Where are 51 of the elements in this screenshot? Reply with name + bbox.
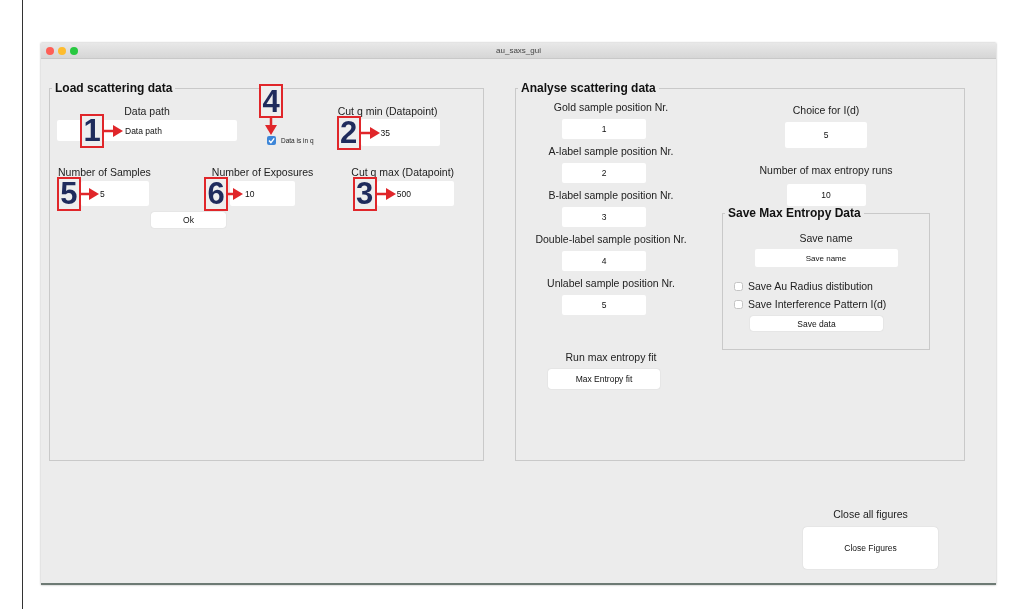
ok-button[interactable]: Ok bbox=[151, 212, 226, 228]
save-data-button[interactable]: Save data bbox=[750, 316, 883, 331]
field-label: Number of Exposures bbox=[211, 166, 314, 178]
arrow-icon bbox=[376, 186, 396, 201]
input-field[interactable]: 10 bbox=[786, 184, 866, 206]
callout-number: 6 bbox=[204, 176, 229, 211]
arrow-icon bbox=[264, 118, 278, 135]
arrow-icon bbox=[80, 186, 99, 201]
callout-number: 4 bbox=[259, 84, 283, 118]
field-label: Close all figures bbox=[833, 508, 908, 520]
field-label: Save name bbox=[799, 232, 853, 244]
field-label: Number of Samples bbox=[58, 166, 151, 178]
window-title: au_saxs_gui bbox=[496, 46, 541, 55]
field-label: Gold sample position Nr. bbox=[553, 101, 669, 113]
input-field[interactable]: 1 bbox=[562, 119, 646, 139]
panel-title: Analyse scattering data bbox=[520, 81, 657, 95]
input-field[interactable]: 5 bbox=[80, 181, 149, 206]
checkbox-label: Save Au Radius distibution bbox=[748, 280, 873, 292]
max-entropy-fit-button[interactable]: Max Entropy fit bbox=[548, 369, 660, 389]
input-field[interactable]: 10 bbox=[230, 181, 296, 206]
input-field[interactable]: 2 bbox=[562, 163, 646, 183]
checkbox[interactable] bbox=[734, 281, 743, 291]
input-field[interactable]: 500 bbox=[376, 181, 454, 206]
field-label: A-label sample position Nr. bbox=[548, 145, 674, 157]
callout-number: 1 bbox=[80, 113, 104, 148]
checkbox[interactable] bbox=[734, 299, 743, 309]
input-field[interactable]: 3 bbox=[562, 207, 646, 227]
field-label: Cut q min (Datapoint) bbox=[337, 105, 438, 117]
field-label: Choice for I(d) bbox=[792, 104, 860, 116]
field-label: Run max entropy fit bbox=[565, 351, 657, 363]
panel-title: Save Max Entropy Data bbox=[727, 206, 862, 220]
field-label: Cut q max (Datapoint) bbox=[351, 166, 455, 178]
input-field[interactable]: 35 bbox=[360, 119, 440, 146]
arrow-icon bbox=[360, 125, 380, 140]
field-label: Data path bbox=[124, 105, 170, 117]
field-label: Double-label sample position Nr. bbox=[535, 233, 687, 245]
arrow-icon bbox=[228, 186, 244, 201]
close-figures-button[interactable]: Close Figures bbox=[803, 527, 938, 569]
checkbox-label: Save Interference Pattern I(d) bbox=[748, 298, 887, 310]
field-label: Number of max entropy runs bbox=[759, 164, 893, 176]
input-field[interactable]: 4 bbox=[562, 251, 646, 271]
input-field[interactable]: 5 bbox=[785, 122, 867, 148]
callout-number: 2 bbox=[336, 115, 361, 150]
field-label: B-label sample position Nr. bbox=[548, 189, 674, 201]
arrow-icon bbox=[104, 123, 123, 138]
panel-title: Load scattering data bbox=[54, 81, 174, 95]
callout-number: 3 bbox=[352, 176, 377, 211]
field-label: Unlabel sample position Nr. bbox=[547, 277, 675, 289]
input-field[interactable]: 5 bbox=[562, 295, 646, 315]
input-field[interactable]: Save name bbox=[754, 249, 898, 267]
callout-number: 5 bbox=[56, 176, 81, 211]
